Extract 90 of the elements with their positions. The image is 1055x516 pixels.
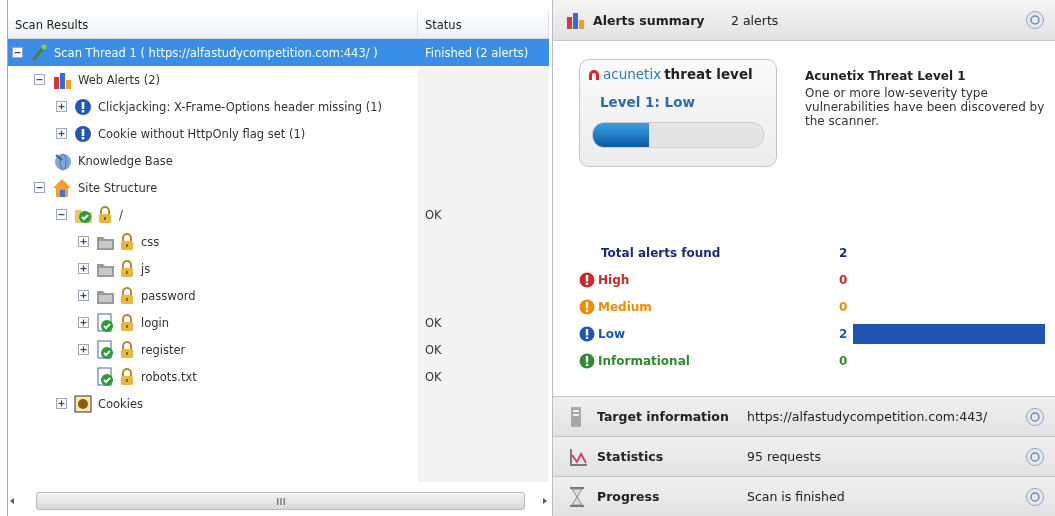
tree-row[interactable]: Cookies — [8, 390, 549, 417]
column-header[interactable]: Scan Results — [8, 12, 418, 38]
status-text: OK — [425, 315, 442, 330]
tree-row[interactable]: css — [8, 228, 549, 255]
wand-icon — [30, 43, 48, 62]
collapse-icon[interactable] — [34, 74, 45, 85]
alert-count: 2 — [839, 326, 849, 341]
severity-label: High — [598, 272, 630, 287]
logo-icon — [588, 68, 600, 80]
expand-button[interactable] — [1025, 486, 1045, 507]
page-check-icon — [96, 312, 116, 333]
tree-row[interactable]: register OK — [8, 336, 549, 363]
cookie-icon — [74, 394, 92, 413]
node-label: register — [141, 342, 186, 357]
page-check-icon — [96, 339, 116, 360]
tree-row[interactable]: Site Structure — [8, 174, 549, 201]
expand-icon[interactable] — [78, 317, 89, 328]
collapse-icon[interactable] — [34, 182, 45, 193]
alert-count: 0 — [839, 272, 849, 287]
severity-label: Low — [598, 326, 625, 341]
node-label: robots.txt — [141, 369, 197, 384]
expand-button[interactable] — [1025, 446, 1045, 467]
server-icon — [569, 405, 583, 428]
node-label: Scan Thread 1 ( https://alfastudycompetition.com:443/ ) — [54, 45, 378, 60]
status-text: OK — [425, 342, 442, 357]
expand-icon[interactable] — [56, 128, 67, 139]
grip-icon — [275, 497, 286, 505]
tree-row[interactable]: Cookie without HttpOnly flag set (1) — [8, 120, 549, 147]
description-title: Acunetix Threat Level 1 — [805, 69, 967, 83]
node-label: / — [119, 207, 123, 222]
section-title: Statistics — [597, 449, 665, 464]
status-text: Finished (2 alerts) — [425, 45, 529, 60]
expand-icon[interactable] — [78, 344, 89, 355]
card-title: threat level — [664, 66, 753, 82]
section-value: 2 alerts — [731, 12, 780, 28]
node-label: Knowledge Base — [78, 153, 173, 168]
info-alert-icon — [74, 97, 92, 116]
house-icon — [52, 177, 72, 198]
description-text: One or more low-severity type vulnerabilities have been discovered by the scanner. — [805, 86, 1045, 128]
info-alert-icon — [74, 124, 92, 143]
severity-label: Informational — [598, 353, 690, 368]
node-label: login — [141, 315, 169, 330]
expand-icon[interactable] — [56, 101, 67, 112]
alert-count: 0 — [839, 299, 849, 314]
section-value: 95 requests — [747, 449, 822, 464]
section-value: Scan is finished — [747, 489, 846, 504]
node-label: Cookies — [98, 396, 144, 411]
expand-icon[interactable] — [78, 290, 89, 301]
node-label: Clickjacking: X-Frame-Options header missing (1) — [98, 99, 382, 114]
severity-label: Medium — [598, 299, 652, 314]
scroll-right-icon[interactable] — [541, 497, 549, 505]
section-title: Target information — [597, 409, 730, 424]
node-label: js — [141, 261, 151, 276]
expand-button[interactable] — [1025, 406, 1045, 427]
collapse-icon[interactable] — [56, 209, 67, 220]
expand-icon[interactable] — [56, 398, 67, 409]
collapse-button[interactable] — [1025, 10, 1045, 30]
tree-row[interactable]: login OK — [8, 309, 549, 336]
status-text: OK — [425, 369, 442, 384]
scroll-left-icon[interactable] — [8, 497, 16, 505]
expand-icon[interactable] — [78, 263, 89, 274]
tree-row[interactable]: robots.txt OK — [8, 363, 549, 390]
section-title: Alerts summary — [593, 12, 706, 28]
tree-row[interactable]: Knowledge Base — [8, 147, 549, 174]
tree-row[interactable]: / OK — [8, 201, 549, 228]
collapse-icon[interactable] — [12, 47, 23, 58]
line-chart-icon — [569, 446, 589, 467]
severity-label: Total alerts found — [600, 245, 721, 260]
threat-level-text: Level 1: Low — [600, 94, 696, 110]
expand-icon[interactable] — [78, 236, 89, 247]
node-label: css — [141, 234, 160, 249]
alert-count: 2 — [839, 245, 849, 260]
node-label: Site Structure — [78, 180, 158, 195]
node-label: Cookie without HttpOnly flag set (1) — [98, 126, 306, 141]
brand-name: acunetix — [603, 66, 662, 82]
tree-row[interactable]: Clickjacking: X-Frame-Options header missing (1) — [8, 93, 549, 120]
section-value: https://alfastudycompetition.com:443/ — [747, 409, 989, 424]
tree-row[interactable]: js — [8, 255, 549, 282]
column-header[interactable]: Status — [418, 12, 549, 38]
section-title: Progress — [597, 489, 661, 504]
node-label: Web Alerts (2) — [78, 72, 161, 87]
bar-chart-icon — [565, 10, 585, 30]
hourglass-icon — [569, 485, 585, 508]
tree-row[interactable]: Web Alerts (2) — [8, 66, 549, 93]
alert-count: 0 — [839, 353, 849, 368]
node-label: password — [141, 288, 196, 303]
status-text: OK — [425, 207, 442, 222]
scrollbar-thumb[interactable] — [36, 492, 525, 510]
tree-row[interactable]: password — [8, 282, 549, 309]
page-check-icon — [96, 366, 116, 387]
